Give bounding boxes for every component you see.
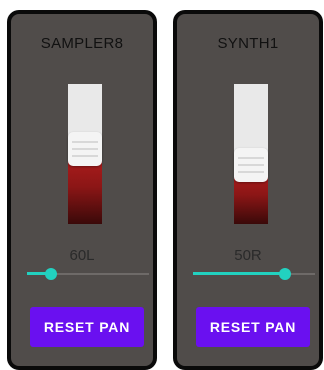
pan-slider-active-track — [193, 272, 285, 275]
volume-fader-handle[interactable] — [234, 148, 268, 182]
reset-pan-button[interactable]: RESET PAN — [196, 307, 310, 347]
pan-value-label: 60L — [69, 247, 95, 264]
pan-slider-thumb[interactable] — [279, 268, 291, 280]
volume-fader[interactable] — [68, 84, 102, 224]
channel-strip-sampler8: SAMPLER8 60L RESET PAN — [7, 10, 157, 370]
channel-name: SYNTH1 — [217, 35, 279, 52]
pan-slider[interactable] — [193, 268, 315, 280]
reset-pan-button[interactable]: RESET PAN — [30, 307, 144, 347]
channel-strip-synth1: SYNTH1 50R RESET PAN — [173, 10, 323, 370]
volume-fader-handle[interactable] — [68, 132, 102, 166]
grip-line — [72, 148, 98, 150]
grip-line — [238, 164, 264, 166]
grip-line — [238, 157, 264, 159]
pan-slider[interactable] — [27, 268, 149, 280]
grip-line — [238, 171, 264, 173]
pan-value-label: 50R — [234, 247, 262, 264]
grip-line — [72, 141, 98, 143]
grip-line — [72, 155, 98, 157]
channel-name: SAMPLER8 — [40, 35, 124, 52]
volume-fader[interactable] — [234, 84, 268, 224]
pan-slider-thumb[interactable] — [45, 268, 57, 280]
